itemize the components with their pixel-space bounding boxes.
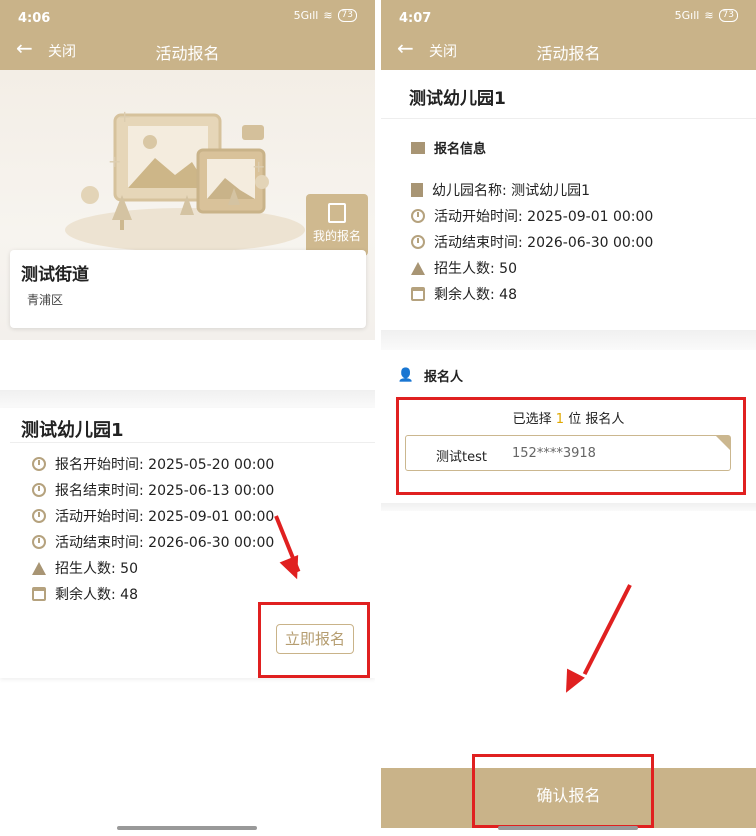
home-indicator	[117, 826, 257, 830]
top-bar: 4:07 5Gıll ≋ 73 ← 关闭 活动报名	[381, 0, 756, 70]
info-section-header: 报名信息	[411, 138, 486, 157]
info-text: 活动开始时间: 2025-09-01 00:00	[55, 509, 275, 525]
kindergarten-card: 测试幼儿园1 报名开始时间: 2025-05-20 00:00 报名结束时间: …	[0, 408, 375, 678]
section-divider	[0, 390, 375, 408]
highlight-box	[472, 754, 654, 828]
info-row: 报名开始时间: 2025-05-20 00:00	[32, 454, 274, 474]
signal-icon: 5Gıll	[293, 9, 319, 22]
applicant-section-title: 报名人	[424, 370, 464, 385]
clock-icon	[32, 457, 46, 471]
district-sub: 青浦区	[27, 293, 64, 307]
info-row: 剩余人数: 48	[32, 584, 138, 604]
info-text: 剩余人数: 48	[55, 587, 138, 603]
home-indicator	[498, 826, 638, 830]
battery-icon: 73	[337, 9, 357, 22]
info-text: 活动结束时间: 2026-06-30 00:00	[55, 535, 275, 551]
calendar-icon	[32, 587, 46, 601]
info-text: 剩余人数: 48	[434, 287, 517, 303]
my-signup-button[interactable]: 我的报名	[306, 194, 368, 256]
clock-icon	[411, 235, 425, 249]
info-text: 报名开始时间: 2025-05-20 00:00	[55, 457, 275, 473]
note-icon	[411, 183, 423, 197]
info-row: 剩余人数: 48	[411, 284, 517, 304]
section-divider	[381, 503, 756, 511]
my-signup-label: 我的报名	[312, 229, 361, 243]
info-text: 活动开始时间: 2025-09-01 00:00	[434, 209, 654, 225]
right-screen: 4:07 5Gıll ≋ 73 ← 关闭 活动报名 测试幼儿园1 报名信息 幼儿…	[381, 0, 756, 836]
status-time: 4:06	[18, 11, 51, 26]
wifi-icon: ≋	[323, 9, 333, 22]
top-bar: 4:06 5Gıll ≋ 73 ← 关闭 活动报名	[0, 0, 375, 70]
clock-icon	[32, 509, 46, 523]
pointer-arrowhead-icon	[557, 668, 585, 698]
status-icons: 5Gıll ≋ 73	[675, 9, 738, 22]
info-row: 幼儿园名称: 测试幼儿园1	[411, 180, 590, 200]
info-row: 招生人数: 50	[411, 258, 517, 278]
info-text: 幼儿园名称: 测试幼儿园1	[432, 183, 591, 199]
district-card[interactable]: 测试街道 青浦区	[10, 250, 366, 328]
calendar-icon	[411, 287, 425, 301]
info-text: 活动结束时间: 2026-06-30 00:00	[434, 235, 654, 251]
info-row: 报名结束时间: 2025-06-13 00:00	[32, 480, 274, 500]
warning-icon	[411, 261, 425, 275]
info-row: 活动结束时间: 2026-06-30 00:00	[32, 532, 274, 552]
status-time: 4:07	[399, 11, 432, 26]
section-divider	[381, 330, 756, 350]
battery-icon: 73	[718, 9, 738, 22]
clock-icon	[411, 209, 425, 223]
calendar-check-icon	[328, 203, 346, 223]
applicant-section-header: 👤 报名人	[397, 366, 463, 385]
kindergarten-title: 测试幼儿园1	[409, 89, 506, 109]
page-title: 活动报名	[536, 44, 601, 63]
wifi-icon: ≋	[704, 9, 714, 22]
info-row: 招生人数: 50	[32, 558, 138, 578]
title-rule	[381, 118, 756, 119]
clock-icon	[32, 535, 46, 549]
signal-icon: 5Gıll	[674, 9, 700, 22]
info-text: 报名结束时间: 2025-06-13 00:00	[55, 483, 275, 499]
info-section-title: 报名信息	[434, 142, 487, 157]
info-row: 活动开始时间: 2025-09-01 00:00	[32, 506, 274, 526]
left-screen: 4:06 5Gıll ≋ 73 ← 关闭 活动报名 + + + 我的报名 测试街…	[0, 0, 375, 836]
info-text: 招生人数: 50	[434, 261, 517, 277]
kindergarten-name: 测试幼儿园1	[21, 420, 124, 441]
svg-text:+: +	[108, 152, 121, 171]
clock-icon	[32, 483, 46, 497]
pointer-arrow-icon	[582, 584, 632, 676]
info-text: 招生人数: 50	[55, 561, 138, 577]
district-name: 测试街道	[21, 265, 89, 285]
info-row: 活动结束时间: 2026-06-30 00:00	[411, 232, 653, 252]
card-rule	[10, 442, 375, 443]
warning-icon	[32, 561, 46, 575]
svg-text:+: +	[252, 157, 265, 176]
add-person-icon: 👤	[397, 367, 415, 383]
page-title: 活动报名	[155, 44, 220, 63]
status-icons: 5Gıll ≋ 73	[294, 9, 357, 22]
box-icon	[411, 141, 425, 154]
highlight-box	[396, 397, 746, 495]
svg-text:+: +	[118, 107, 131, 126]
info-row: 活动开始时间: 2025-09-01 00:00	[411, 206, 653, 226]
highlight-box	[258, 602, 370, 678]
